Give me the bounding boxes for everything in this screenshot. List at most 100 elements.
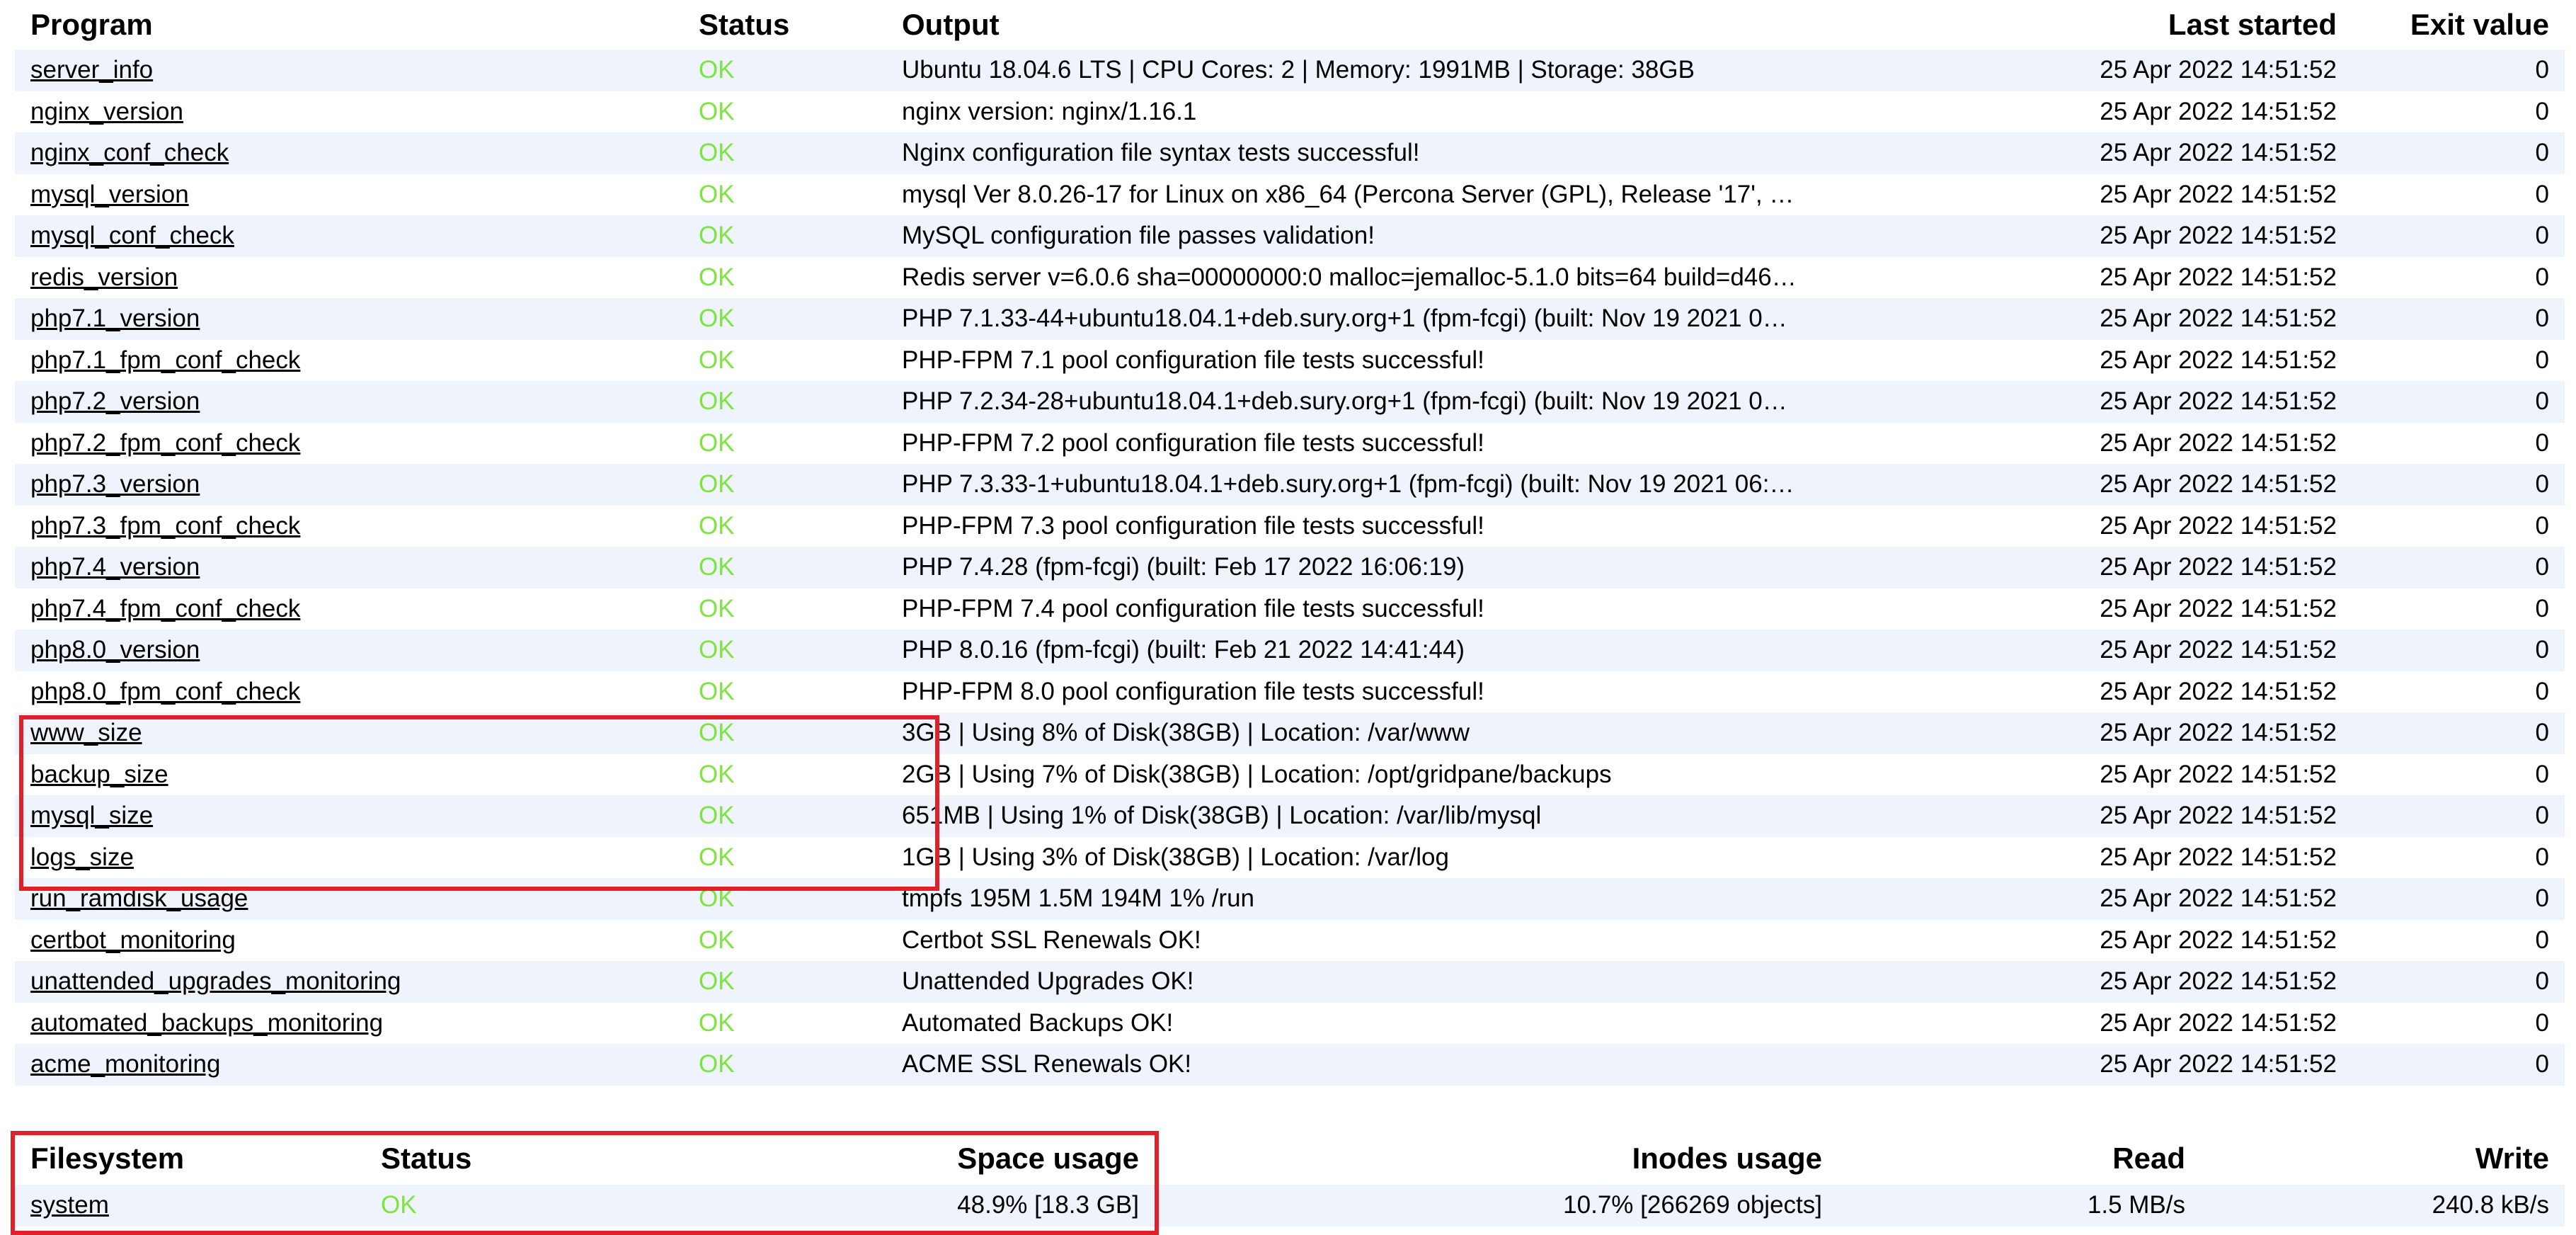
program-link-acme-monitoring[interactable]: acme_monitoring	[30, 1050, 220, 1078]
program-link-logs-size[interactable]: logs_size	[30, 843, 134, 871]
output-cell: PHP 7.1.33-44+ubuntu18.04.1+deb.sury.org…	[902, 305, 1787, 333]
program-row-logs-size: logs_size OK 1GB | Using 3% of Disk(38GB) …	[15, 836, 2565, 879]
status-column-header: Status	[699, 8, 790, 41]
read-cell: 1.5 MB/s	[2087, 1191, 2185, 1219]
status-cell: OK	[699, 428, 735, 457]
last-started-cell: 25 Apr 2022 14:51:52	[2100, 1008, 2337, 1037]
program-link-backup-size[interactable]: backup_size	[30, 761, 168, 788]
output-cell: Automated Backups OK!	[902, 1008, 1174, 1037]
last-started-cell: 25 Apr 2022 14:51:52	[2100, 802, 2337, 830]
output-cell: 2GB | Using 7% of Disk(38GB) | Location:…	[902, 760, 1612, 788]
program-link-run-ramdisk-usage[interactable]: run_ramdisk_usage	[30, 884, 248, 912]
program-link-nginx-conf-check[interactable]: nginx_conf_check	[30, 139, 229, 166]
output-cell: PHP 7.4.28 (fpm-fcgi) (built: Feb 17 202…	[902, 553, 1465, 581]
program-link-php7-3-version[interactable]: php7.3_version	[30, 470, 200, 498]
program-cell: php8.0_fpm_conf_check	[15, 671, 683, 713]
program-cell: backup_size	[15, 754, 683, 796]
program-cell: nginx_conf_check	[15, 132, 683, 174]
program-cell: server_info	[15, 50, 683, 91]
program-link-www-size[interactable]: www_size	[30, 719, 142, 746]
program-link-automated-backups-monitoring[interactable]: automated_backups_monitoring	[30, 1009, 383, 1037]
status-cell: OK	[699, 470, 735, 499]
program-cell: php7.4_version	[15, 547, 683, 588]
inodes-usage-column-header: Inodes usage	[1632, 1141, 1822, 1175]
program-cell: php7.1_version	[15, 298, 683, 340]
program-link-php7-3-fpm-conf-check[interactable]: php7.3_fpm_conf_check	[30, 512, 300, 540]
program-link-php7-2-version[interactable]: php7.2_version	[30, 387, 200, 415]
last-started-cell: 25 Apr 2022 14:51:52	[2100, 139, 2337, 167]
program-column-header: Program	[30, 8, 153, 41]
exit-value-cell: 0	[2535, 884, 2549, 913]
program-cell: php7.1_fpm_conf_check	[15, 340, 683, 382]
last-started-cell: 25 Apr 2022 14:51:52	[2100, 56, 2337, 84]
program-link-mysql-conf-check[interactable]: mysql_conf_check	[30, 222, 234, 249]
last-started-column-header: Last started	[2168, 8, 2337, 41]
program-link-php8-0-fpm-conf-check[interactable]: php8.0_fpm_conf_check	[30, 678, 300, 705]
program-cell: php7.3_fpm_conf_check	[15, 506, 683, 547]
exit-value-cell: 0	[2535, 305, 2549, 333]
program-link-unattended-upgrades-monitoring[interactable]: unattended_upgrades_monitoring	[30, 967, 401, 995]
output-cell: nginx version: nginx/1.16.1	[902, 97, 1197, 125]
output-cell: PHP-FPM 8.0 pool configuration file test…	[902, 677, 1484, 705]
filesystem-row-system: system OK 48.9% [18.3 GB] 10.7% [266269 obj…	[15, 1185, 2565, 1227]
program-row-mysql-version: mysql_version OK mysql Ver 8.0.26-17 for L…	[15, 173, 2565, 215]
program-link-mysql-size[interactable]: mysql_size	[30, 802, 153, 829]
last-started-cell: 25 Apr 2022 14:51:52	[2100, 263, 2337, 291]
program-row-backup-size: backup_size OK 2GB | Using 7% of Disk(38GB…	[15, 753, 2565, 796]
program-row-certbot-monitoring: certbot_monitoring OK Certbot SSL Renewals…	[15, 919, 2565, 961]
program-link-php7-1-version[interactable]: php7.1_version	[30, 305, 200, 332]
program-link-php8-0-version[interactable]: php8.0_version	[30, 636, 200, 664]
program-link-certbot-monitoring[interactable]: certbot_monitoring	[30, 926, 236, 954]
program-row-php7-2-version: php7.2_version OK PHP 7.2.34-28+ubuntu18.0…	[15, 381, 2565, 423]
program-link-php7-4-version[interactable]: php7.4_version	[30, 553, 200, 581]
status-cell: OK	[699, 1008, 735, 1037]
output-column-header: Output	[902, 8, 1000, 41]
output-cell: PHP-FPM 7.4 pool configuration file test…	[902, 594, 1484, 622]
program-link-nginx-version[interactable]: nginx_version	[30, 98, 183, 125]
exit-value-cell: 0	[2535, 387, 2549, 416]
output-cell: Redis server v=6.0.6 sha=00000000:0 mall…	[902, 263, 1797, 291]
status-cell: OK	[699, 760, 735, 788]
status-cell: OK	[699, 139, 735, 167]
program-row-run-ramdisk-usage: run_ramdisk_usage OK tmpfs 195M 1.5M 194M …	[15, 878, 2565, 920]
program-row-www-size: www_size OK 3GB | Using 8% of Disk(38GB) |…	[15, 712, 2565, 754]
program-link-redis-version[interactable]: redis_version	[30, 263, 178, 291]
program-link-php7-4-fpm-conf-check[interactable]: php7.4_fpm_conf_check	[30, 595, 300, 622]
filesystem-column-header: Filesystem	[30, 1141, 185, 1175]
program-link-server-info[interactable]: server_info	[30, 56, 153, 84]
filesystem-link-system[interactable]: system	[30, 1191, 109, 1219]
exit-value-cell: 0	[2535, 843, 2549, 871]
program-cell: php8.0_version	[15, 630, 683, 671]
program-cell: run_ramdisk_usage	[15, 878, 683, 920]
program-row-mysql-size: mysql_size OK 651MB | Using 1% of Disk(38G…	[15, 795, 2565, 837]
last-started-cell: 25 Apr 2022 14:51:52	[2100, 387, 2337, 416]
program-row-php7-2-fpm-conf-check: php7.2_fpm_conf_check OK PHP-FPM 7.2 pool …	[15, 422, 2565, 464]
output-cell: 1GB | Using 3% of Disk(38GB) | Location:…	[902, 843, 1449, 871]
exit-value-cell: 0	[2535, 180, 2549, 208]
status-cell: OK	[699, 553, 735, 581]
last-started-cell: 25 Apr 2022 14:51:52	[2100, 884, 2337, 913]
status-cell: OK	[699, 180, 735, 208]
status-cell: OK	[699, 1050, 735, 1079]
program-link-php7-1-fpm-conf-check[interactable]: php7.1_fpm_conf_check	[30, 346, 300, 374]
fs-status-column-header: Status	[381, 1141, 472, 1175]
program-cell: logs_size	[15, 837, 683, 879]
program-status-table: Program Status Output Last started Exit …	[15, 0, 2565, 1086]
status-cell: OK	[699, 967, 735, 996]
monitoring-page: Program Status Output Last started Exit …	[0, 0, 2576, 1235]
status-cell: OK	[699, 387, 735, 416]
status-cell: OK	[699, 636, 735, 664]
status-cell: OK	[699, 56, 735, 84]
exit-value-cell: 0	[2535, 222, 2549, 250]
program-cell: php7.2_version	[15, 381, 683, 423]
exit-value-cell: 0	[2535, 677, 2549, 705]
exit-value-cell: 0	[2535, 511, 2549, 540]
program-cell: redis_version	[15, 257, 683, 299]
program-link-mysql-version[interactable]: mysql_version	[30, 181, 189, 208]
last-started-cell: 25 Apr 2022 14:51:52	[2100, 926, 2337, 954]
program-link-php7-2-fpm-conf-check[interactable]: php7.2_fpm_conf_check	[30, 429, 300, 457]
fs-status-cell: OK	[381, 1191, 417, 1219]
output-cell: PHP-FPM 7.2 pool configuration file test…	[902, 428, 1484, 457]
program-row-php8-0-fpm-conf-check: php8.0_fpm_conf_check OK PHP-FPM 8.0 pool …	[15, 671, 2565, 713]
last-started-cell: 25 Apr 2022 14:51:52	[2100, 180, 2337, 208]
